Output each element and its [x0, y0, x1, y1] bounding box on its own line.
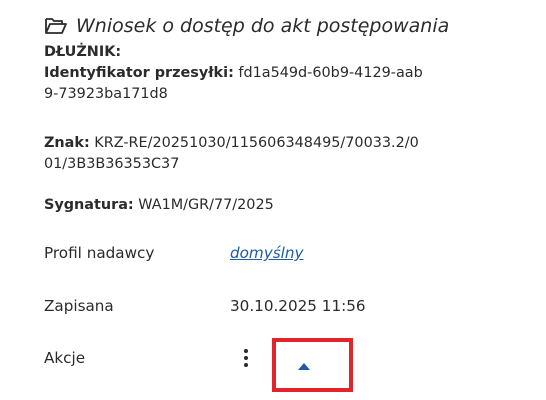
shipment-id-value-part1: fd1a549d-60b9-4129-aab — [233, 65, 423, 81]
highlight-box — [272, 338, 353, 392]
signature-value: WA1M/GR/77/2025 — [133, 197, 274, 213]
signature-label: Sygnatura: — [44, 197, 134, 213]
debtor-heading: DŁUŻNIK: — [44, 42, 121, 63]
page-title: Wniosek o dostęp do akt postępowania — [44, 14, 449, 38]
sign-value-part1: KRZ-RE/20251030/115606348495/70033.2/0 — [89, 135, 419, 151]
shipment-id-label: Identyfikator przesyłki: — [44, 65, 234, 81]
sign-label: Znak: — [44, 135, 90, 151]
signature-field: Sygnatura: WA1M/GR/77/2025 — [44, 195, 274, 216]
shipment-id-field: Identyfikator przesyłki: fd1a549d-60b9-4… — [44, 63, 423, 105]
sign-field: Znak: KRZ-RE/20251030/115606348495/70033… — [44, 133, 419, 175]
shipment-id-value-part2: 9-73923ba171d8 — [44, 86, 168, 102]
actions-label: Akcje — [44, 349, 86, 367]
saved-datetime: 30.10.2025 11:56 — [230, 297, 366, 315]
debtor-label: DŁUŻNIK: — [44, 44, 122, 60]
sender-profile-link[interactable]: domyślny — [230, 244, 303, 262]
sign-value-part2: 01/3B3B36353C37 — [44, 156, 180, 172]
saved-label: Zapisana — [44, 297, 114, 315]
folder-open-icon — [44, 16, 68, 36]
sender-profile-label: Profil nadawcy — [44, 244, 155, 262]
request-title: Wniosek o dostęp do akt postępowania — [76, 15, 450, 37]
caret-up-icon[interactable] — [296, 360, 312, 372]
kebab-menu-icon[interactable] — [236, 345, 256, 371]
